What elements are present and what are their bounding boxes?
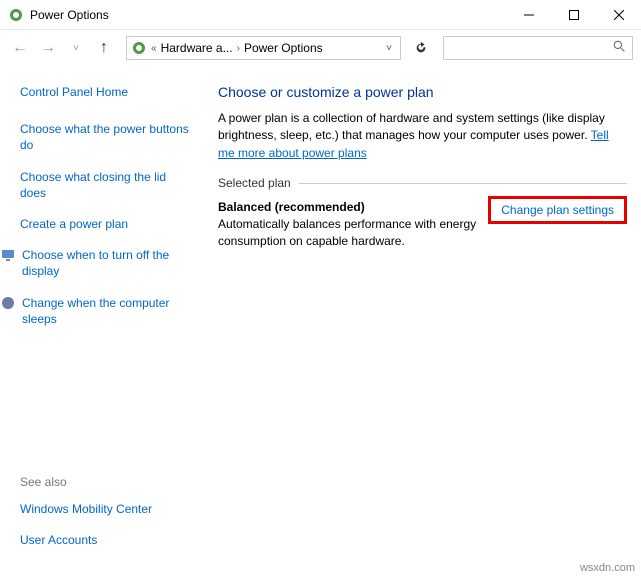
breadcrumb[interactable]: « Hardware a... › Power Options ˅ xyxy=(126,36,401,60)
sidebar-link-turn-off-display[interactable]: Choose when to turn off the display xyxy=(20,247,192,279)
plan-row: Balanced (recommended) Automatically bal… xyxy=(218,200,627,250)
breadcrumb-separator-icon: « xyxy=(151,43,157,54)
change-plan-settings-link[interactable]: Change plan settings xyxy=(488,196,627,224)
minimize-button[interactable] xyxy=(506,0,551,30)
sidebar-link-mobility-center[interactable]: Windows Mobility Center xyxy=(20,501,192,517)
page-heading: Choose or customize a power plan xyxy=(218,84,627,100)
sidebar-link-power-buttons[interactable]: Choose what the power buttons do xyxy=(20,121,192,153)
plan-info: Balanced (recommended) Automatically bal… xyxy=(218,200,480,250)
sleep-icon xyxy=(0,295,16,311)
main-panel: Choose or customize a power plan A power… xyxy=(200,66,641,562)
recent-locations-button[interactable]: ˅ xyxy=(64,36,88,60)
chevron-right-icon: › xyxy=(237,43,240,54)
sidebar-link-closing-lid[interactable]: Choose what closing the lid does xyxy=(20,169,192,201)
close-button[interactable] xyxy=(596,0,641,30)
power-options-icon xyxy=(131,40,147,56)
search-icon xyxy=(613,40,626,56)
sidebar: Control Panel Home Choose what the power… xyxy=(0,66,200,562)
sidebar-link-label: Choose when to turn off the display xyxy=(22,247,192,279)
plan-name: Balanced (recommended) xyxy=(218,200,480,214)
page-description: A power plan is a collection of hardware… xyxy=(218,110,627,162)
window-title: Power Options xyxy=(30,8,506,22)
forward-button[interactable]: → xyxy=(36,36,60,60)
refresh-button[interactable] xyxy=(409,36,433,60)
up-button[interactable]: ↑ xyxy=(92,36,116,60)
back-button[interactable]: ← xyxy=(8,36,32,60)
chevron-down-icon[interactable]: ˅ xyxy=(386,43,396,54)
display-icon xyxy=(0,247,16,263)
breadcrumb-item[interactable]: Power Options xyxy=(244,41,323,55)
navbar: ← → ˅ ↑ « Hardware a... › Power Options … xyxy=(0,30,641,66)
divider xyxy=(299,183,627,184)
content: Control Panel Home Choose what the power… xyxy=(0,66,641,562)
window-controls xyxy=(506,0,641,30)
breadcrumb-item[interactable]: Hardware a... xyxy=(161,41,233,55)
sidebar-link-label: Change when the computer sleeps xyxy=(22,295,192,327)
search-input[interactable] xyxy=(443,36,633,60)
sidebar-link-user-accounts[interactable]: User Accounts xyxy=(20,532,192,548)
maximize-button[interactable] xyxy=(551,0,596,30)
power-options-icon xyxy=(8,7,24,23)
plan-description: Automatically balances performance with … xyxy=(218,216,480,250)
selected-plan-label: Selected plan xyxy=(218,176,627,190)
sidebar-link-computer-sleeps[interactable]: Change when the computer sleeps xyxy=(20,295,192,327)
watermark: wsxdn.com xyxy=(580,562,635,574)
see-also-label: See also xyxy=(20,475,192,489)
sidebar-link-create-plan[interactable]: Create a power plan xyxy=(20,216,192,232)
titlebar: Power Options xyxy=(0,0,641,30)
control-panel-home-link[interactable]: Control Panel Home xyxy=(20,84,192,100)
